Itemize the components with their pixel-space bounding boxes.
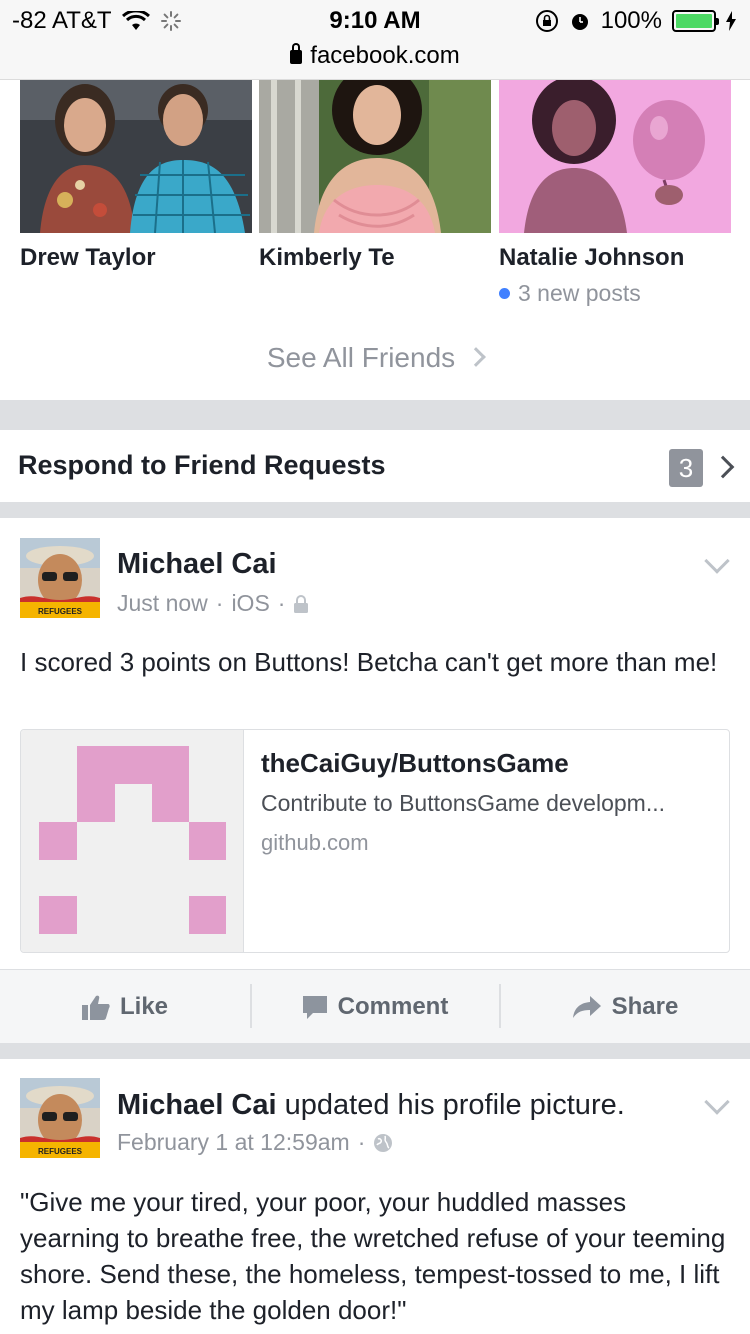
comment-button[interactable]: Comment xyxy=(250,970,500,1044)
post-text: I scored 3 points on Buttons! Betcha can… xyxy=(20,647,718,677)
post-text: "Give me your tired, your poor, your hud… xyxy=(20,1187,726,1325)
author-name[interactable]: Michael Cai xyxy=(117,1089,277,1121)
meta-separator: · xyxy=(215,590,224,616)
share-label: Share xyxy=(611,993,679,1020)
avatar-badge-text: REFUGEES xyxy=(38,607,83,616)
avatar[interactable]: REFUGEES xyxy=(20,538,100,618)
link-thumbnail[interactable] xyxy=(21,730,244,952)
new-posts-label: 3 new posts xyxy=(518,280,641,306)
friend-name[interactable]: Drew Taylor xyxy=(20,244,252,272)
section-divider xyxy=(0,1043,750,1059)
status-right: 100% xyxy=(535,7,736,35)
post-meta: February 1 at 12:59am · xyxy=(117,1129,393,1156)
address-bar[interactable]: facebook.com xyxy=(0,42,750,70)
rotation-lock-icon xyxy=(535,10,558,32)
comment-bubble-icon xyxy=(302,996,327,1019)
battery-icon xyxy=(672,10,719,32)
like-button[interactable]: Like xyxy=(0,970,250,1044)
friend-name[interactable]: Natalie Johnson xyxy=(499,244,731,272)
like-label: Like xyxy=(119,993,169,1020)
link-domain: github.com xyxy=(261,830,369,855)
battery-percent: 100% xyxy=(600,7,662,34)
post-action-text: updated his profile picture. xyxy=(284,1089,625,1121)
post-time[interactable]: February 1 at 12:59am xyxy=(117,1129,350,1156)
thumbs-up-icon xyxy=(81,995,110,1020)
friend-name[interactable]: Kimberly Te xyxy=(259,244,491,272)
link-preview-card[interactable]: theCaiGuy/ButtonsGame Contribute to Butt… xyxy=(20,729,730,953)
post-meta: Just now · iOS · xyxy=(117,590,309,617)
avatar[interactable]: REFUGEES xyxy=(20,1078,100,1158)
charging-bolt-icon xyxy=(726,11,736,31)
new-posts-indicator[interactable]: 3 new posts xyxy=(499,280,731,307)
post-source: iOS xyxy=(231,590,270,616)
share-button[interactable]: Share xyxy=(500,970,750,1044)
friend-requests-count-badge: 3 xyxy=(669,449,703,487)
link-title[interactable]: theCaiGuy/ButtonsGame xyxy=(261,748,569,779)
globe-icon[interactable] xyxy=(373,1133,393,1153)
friend-requests-title: Respond to Friend Requests xyxy=(18,450,386,480)
friend-photo[interactable] xyxy=(20,80,252,233)
friends-section: Drew Taylor Kimberly Te Natalie Johnson … xyxy=(0,80,750,400)
chevron-right-icon xyxy=(711,455,735,479)
friend-requests-row[interactable]: Respond to Friend Requests 3 xyxy=(0,430,750,502)
post-author: Michael Cai updated his profile picture. xyxy=(117,1089,625,1122)
comment-label: Comment xyxy=(337,993,449,1020)
see-all-label: See All Friends xyxy=(266,342,456,373)
feed-post: REFUGEES Michael Cai Just now · iOS · I … xyxy=(0,518,750,1043)
post-time[interactable]: Just now xyxy=(117,590,208,617)
meta-separator: · xyxy=(277,590,286,616)
alarm-icon xyxy=(571,14,588,30)
friend-card[interactable]: Kimberly Te xyxy=(259,80,491,272)
link-description: Contribute to ButtonsGame developm... xyxy=(261,790,665,816)
friend-photo[interactable] xyxy=(499,80,731,233)
post-author[interactable]: Michael Cai xyxy=(117,548,277,581)
friend-photo[interactable] xyxy=(259,80,491,233)
meta-separator: · xyxy=(357,1129,366,1155)
section-divider xyxy=(0,502,750,518)
section-divider xyxy=(0,400,750,430)
lock-icon xyxy=(290,43,303,64)
chevron-right-icon xyxy=(466,347,487,367)
friend-card[interactable]: Drew Taylor xyxy=(20,80,252,272)
avatar-badge-text: REFUGEES xyxy=(38,1147,83,1156)
see-all-friends-link[interactable]: See All Friends xyxy=(0,342,750,374)
friend-card[interactable]: Natalie Johnson 3 new posts xyxy=(499,80,731,307)
unread-dot-icon xyxy=(499,288,510,299)
feed-post: REFUGEES Michael Cai updated his profile… xyxy=(0,1059,750,1334)
share-arrow-icon xyxy=(572,996,601,1018)
url-text: facebook.com xyxy=(310,42,460,69)
status-bar: -82 AT&T 9:10 AM 100% facebook.com xyxy=(0,0,750,80)
post-options-chevron-down-icon[interactable] xyxy=(704,548,730,574)
post-action-bar: Like Comment Share xyxy=(0,969,750,1043)
privacy-lock-icon[interactable] xyxy=(293,594,309,613)
author-name[interactable]: Michael Cai xyxy=(117,548,277,580)
post-options-chevron-down-icon[interactable] xyxy=(704,1089,730,1115)
